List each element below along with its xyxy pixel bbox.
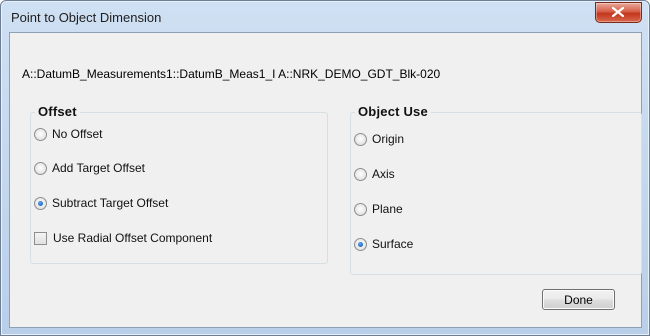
dialog-body: A::DatumB_Measurements1::DatumB_Meas1_I …: [9, 32, 642, 328]
radio-button[interactable]: [354, 132, 367, 146]
origin-label: Origin: [372, 132, 405, 146]
close-icon: [612, 7, 624, 17]
radio-button[interactable]: [354, 167, 367, 181]
checkbox[interactable]: [34, 231, 47, 245]
object-path-text: A::DatumB_Measurements1::DatumB_Meas1_I …: [22, 67, 441, 81]
no-offset-radio[interactable]: No Offset: [34, 125, 102, 143]
object-use-group: Object Use Origin Axis Plane Surface: [350, 104, 642, 275]
axis-label: Axis: [372, 167, 395, 181]
radio-button-checked[interactable]: [354, 237, 367, 251]
offset-group-title: Offset: [35, 104, 80, 119]
dialog-window: Point to Object Dimension A::DatumB_Meas…: [0, 0, 650, 336]
add-target-offset-label: Add Target Offset: [52, 161, 145, 175]
use-radial-offset-label: Use Radial Offset Component: [53, 231, 213, 245]
surface-label: Surface: [372, 237, 414, 251]
no-offset-label: No Offset: [52, 127, 103, 141]
origin-radio[interactable]: Origin: [354, 130, 404, 148]
axis-radio[interactable]: Axis: [354, 165, 395, 183]
plane-radio[interactable]: Plane: [354, 200, 403, 218]
radio-button[interactable]: [34, 161, 47, 175]
radio-button[interactable]: [354, 202, 367, 216]
offset-group: Offset No Offset Add Target Offset Subtr…: [30, 104, 328, 264]
object-use-group-title: Object Use: [355, 104, 431, 119]
surface-radio[interactable]: Surface: [354, 235, 413, 253]
subtract-target-offset-label: Subtract Target Offset: [52, 196, 169, 210]
subtract-target-offset-radio[interactable]: Subtract Target Offset: [34, 194, 168, 212]
close-button[interactable]: [595, 2, 642, 23]
window-title: Point to Object Dimension: [11, 10, 162, 25]
title-bar[interactable]: Point to Object Dimension: [1, 1, 649, 32]
add-target-offset-radio[interactable]: Add Target Offset: [34, 159, 145, 177]
done-button[interactable]: Done: [542, 289, 615, 310]
plane-label: Plane: [372, 202, 403, 216]
use-radial-offset-checkbox[interactable]: Use Radial Offset Component: [34, 229, 212, 247]
radio-button[interactable]: [34, 127, 47, 141]
radio-button-checked[interactable]: [34, 196, 47, 210]
